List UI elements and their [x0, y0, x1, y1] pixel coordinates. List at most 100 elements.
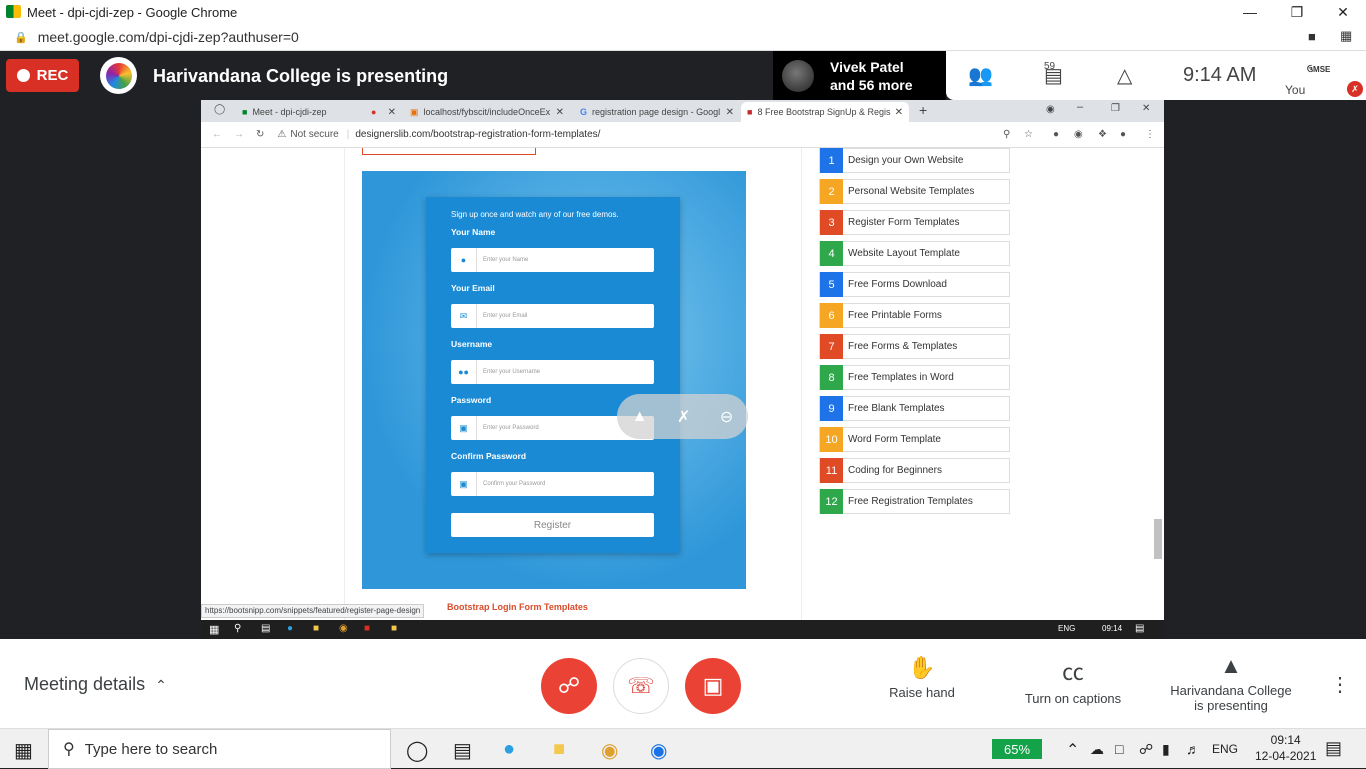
list-item[interactable]: 6 Free Printable Forms	[819, 303, 1010, 328]
edge-icon[interactable]: ●	[287, 623, 293, 634]
close-icon[interactable]: ✕	[388, 107, 396, 118]
microphone-icon[interactable]: ☍	[1139, 741, 1153, 758]
presentation-button[interactable]: ▲ Harivandana College is presenting	[1163, 653, 1299, 713]
remove-icon[interactable]: ⊖	[720, 407, 733, 427]
captions-button[interactable]: ㏄ Turn on captions	[1015, 655, 1131, 706]
scrollbar[interactable]	[1154, 519, 1162, 559]
close-window-icon[interactable]: ✕	[1142, 103, 1150, 114]
list-item-number: 1	[820, 148, 843, 173]
volume-icon[interactable]: ♬	[1186, 741, 1200, 757]
close-icon[interactable]: ✕	[726, 107, 734, 118]
task-view-icon[interactable]: ▤	[453, 738, 472, 763]
extension-icon[interactable]: ●	[1053, 129, 1059, 140]
onedrive-icon[interactable]: ☁	[1090, 741, 1104, 758]
list-item[interactable]: 11 Coding for Beginners	[819, 458, 1010, 483]
task-view-icon[interactable]: ▤	[261, 623, 270, 634]
mic-toggle-button[interactable]: ☍	[541, 658, 597, 714]
chrome-active-icon[interactable]: ◉	[650, 738, 667, 763]
tab-search-icon[interactable]: ◯	[214, 104, 225, 115]
restore-icon[interactable]: ❐	[1111, 103, 1120, 114]
people-icon[interactable]: 👥	[968, 63, 993, 88]
search-icon[interactable]: ⚲	[234, 623, 241, 634]
list-item[interactable]: 4 Website Layout Template	[819, 241, 1010, 266]
zoom-icon[interactable]: ⚲	[1003, 129, 1010, 140]
search-icon: ⚲	[63, 741, 75, 758]
acrobat-icon[interactable]: ■	[364, 623, 370, 634]
tab-meet[interactable]: ■ Meet - dpi-cjdi-zep ● ✕	[236, 102, 402, 122]
minimize-icon[interactable]: –	[1077, 101, 1083, 113]
list-item[interactable]: 10 Word Form Template	[819, 427, 1010, 452]
folder-icon[interactable]: ■	[313, 623, 319, 634]
list-item[interactable]: 1 Design your Own Website	[819, 148, 1010, 173]
file-explorer-icon[interactable]: ■	[553, 738, 565, 761]
raise-hand-label: Raise hand	[889, 685, 955, 700]
more-options-icon[interactable]: ⋮	[1330, 672, 1350, 697]
address-bar[interactable]: 🔒 meet.google.com/dpi-cjdi-zep?authuser=…	[0, 24, 1366, 51]
list-item[interactable]: 7 Free Forms & Templates	[819, 334, 1010, 359]
tab-google-search[interactable]: Gregistration page design - Googl ✕	[574, 102, 740, 122]
battery-indicator[interactable]: 65%	[992, 739, 1042, 759]
chrome-icon[interactable]: ◉	[601, 738, 618, 763]
inner-url[interactable]: designerslib.com/bootstrap-registration-…	[355, 129, 600, 140]
battery-icon[interactable]: ▮	[1162, 741, 1170, 758]
chrome-icon[interactable]: ◉	[339, 623, 348, 634]
extension-new-icon[interactable]: ◉	[1074, 129, 1083, 140]
menu-icon[interactable]: ⋮	[1145, 129, 1155, 140]
notes-icon[interactable]: ■	[391, 623, 397, 634]
close-icon[interactable]: ✕	[895, 107, 903, 118]
tab-localhost[interactable]: ▣ localhost/fybscit/includeOnceEx ✕	[404, 102, 570, 122]
forward-icon[interactable]: →	[234, 129, 244, 140]
pin-icon[interactable]: ▲	[632, 408, 648, 426]
close-button[interactable]: ✕	[1320, 0, 1366, 24]
username-field[interactable]: ●● Enter your Username	[451, 360, 654, 384]
record-icon[interactable]: ◉	[1046, 104, 1055, 115]
form-preview-image[interactable]: Sign up once and watch any of our free d…	[362, 171, 746, 589]
notifications-icon[interactable]: ▤	[1135, 623, 1144, 634]
back-icon[interactable]: ←	[212, 129, 222, 140]
list-item[interactable]: 9 Free Blank Templates	[819, 396, 1010, 421]
chevron-up-icon[interactable]: ⌃	[1066, 740, 1079, 760]
list-item[interactable]: 5 Free Forms Download	[819, 272, 1010, 297]
extensions-icon[interactable]: ▦	[1340, 28, 1352, 44]
participant-tile[interactable]: Vivek Patel and 56 more	[773, 51, 946, 100]
language-indicator[interactable]: ENG	[1212, 742, 1238, 756]
raise-hand-button[interactable]: ✋ Raise hand	[880, 655, 964, 700]
name-field[interactable]: ● Enter your Name	[451, 248, 654, 272]
windows-start-icon[interactable]: ▦	[209, 623, 219, 636]
taskbar-search[interactable]: ⚲ Type here to search	[48, 729, 391, 769]
list-item[interactable]: 3 Register Form Templates	[819, 210, 1010, 235]
chat-icon[interactable]: ▤	[1044, 63, 1063, 88]
address-url[interactable]: meet.google.com/dpi-cjdi-zep?authuser=0	[38, 29, 299, 45]
camera-toggle-button[interactable]: ▣	[685, 658, 741, 714]
list-item[interactable]: 2 Personal Website Templates	[819, 179, 1010, 204]
bookmark-star-icon[interactable]: ☆	[1024, 129, 1033, 140]
list-item[interactable]: 12 Free Registration Templates	[819, 489, 1010, 514]
windows-start-icon[interactable]: ▦	[14, 738, 33, 763]
record-dot-icon	[16, 69, 30, 82]
minimize-button[interactable]: —	[1227, 0, 1273, 24]
puzzle-icon[interactable]: ❖	[1098, 129, 1107, 140]
email-field[interactable]: ✉ Enter your Email	[451, 304, 654, 328]
recording-badge[interactable]: REC	[6, 59, 79, 92]
register-button[interactable]: Register	[451, 513, 654, 537]
meet-tray-icon[interactable]: □	[1115, 741, 1123, 757]
confirm-password-field[interactable]: ▣ Confirm your Password	[451, 472, 654, 496]
mute-icon[interactable]: ✗	[677, 407, 690, 427]
profile-icon[interactable]: ●	[1120, 129, 1126, 140]
action-center-icon[interactable]: ▤	[1325, 738, 1342, 759]
reload-icon[interactable]: ↻	[256, 129, 264, 140]
camera-icon[interactable]: ■	[1308, 29, 1316, 44]
new-tab-icon[interactable]: +	[919, 102, 927, 118]
inner-address-bar[interactable]: ← → ↻ ⚠ Not secure | designerslib.com/bo…	[201, 122, 1164, 148]
edge-icon[interactable]: ●	[503, 738, 515, 761]
tab-designerslib[interactable]: ■ 8 Free Bootstrap SignUp & Regis ✕	[741, 102, 909, 122]
login-templates-link[interactable]: Bootstrap Login Form Templates	[447, 602, 588, 612]
cortana-icon[interactable]: ◯	[406, 738, 428, 763]
leave-call-button[interactable]: ☏	[613, 658, 669, 714]
taskbar-clock[interactable]: 09:14 12-04-2021	[1255, 732, 1316, 764]
meeting-details-button[interactable]: Meeting details ⌃	[24, 674, 167, 695]
close-icon[interactable]: ✕	[556, 107, 564, 118]
activities-icon[interactable]: △	[1117, 63, 1132, 88]
restore-button[interactable]: ❐	[1274, 0, 1320, 24]
list-item[interactable]: 8 Free Templates in Word	[819, 365, 1010, 390]
